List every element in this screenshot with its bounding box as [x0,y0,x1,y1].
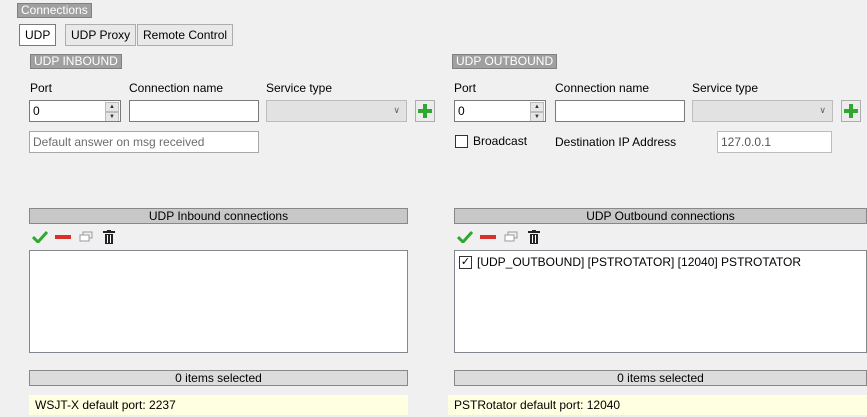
broadcast-checkbox-row[interactable]: Broadcast [455,134,527,148]
chevron-down-icon: ∨ [393,105,400,115]
spin-up-icon[interactable]: ▲ [105,102,119,112]
inbound-service-type-label: Service type [266,81,333,95]
inbound-port-value: 0 [33,104,40,118]
spin-down-icon[interactable]: ▼ [530,112,544,121]
destination-ip-label: Destination IP Address [555,135,677,149]
udp-inbound-connections-header: UDP Inbound connections [29,208,408,224]
udp-outbound-group-label: UDP OUTBOUND [452,54,558,69]
check-icon[interactable] [31,229,49,245]
default-answer-input[interactable]: Default answer on msg received [29,131,259,153]
minus-icon[interactable] [54,229,72,245]
inbound-service-type-select[interactable]: ∨ [266,100,407,122]
inbound-port-spinbox[interactable]: 0 ▲ ▼ [29,100,121,122]
outbound-service-type-select[interactable]: ∨ [692,100,833,122]
connections-group-label: Connections [17,3,92,18]
window-icon[interactable] [502,229,520,245]
tab-remote-control[interactable]: Remote Control [137,24,234,46]
plus-icon [418,104,432,118]
check-icon[interactable] [456,229,474,245]
outbound-port-value: 0 [458,104,465,118]
list-item-checkbox[interactable]: ✓ [459,255,472,269]
outbound-default-port-info: PSTRotator default port: 12040 [448,395,867,415]
inbound-connection-name-input[interactable] [129,100,259,122]
tab-udp[interactable]: UDP [19,24,57,46]
trash-icon[interactable] [525,229,543,245]
trash-icon[interactable] [100,229,118,245]
broadcast-label: Broadcast [473,134,528,148]
minus-icon[interactable] [479,229,497,245]
inbound-connection-name-label: Connection name [129,81,224,95]
inbound-default-port-info: WSJT-X default port: 2237 [29,395,408,415]
chevron-down-icon: ∨ [819,105,826,115]
list-item[interactable]: ✓ [UDP_OUTBOUND] [PSTROTATOR] [12040] PS… [459,255,801,269]
window-icon[interactable] [77,229,95,245]
udp-outbound-connections-header: UDP Outbound connections [454,208,867,224]
outbound-port-label: Port [454,81,477,95]
inbound-selection-status: 0 items selected [29,370,408,386]
broadcast-checkbox[interactable] [455,134,468,148]
spin-up-icon[interactable]: ▲ [530,102,544,112]
inbound-port-label: Port [30,81,53,95]
outbound-connection-name-input[interactable] [555,100,685,122]
outbound-port-spinbox[interactable]: 0 ▲ ▼ [454,100,546,122]
udp-outbound-connections-list[interactable]: ✓ [UDP_OUTBOUND] [PSTROTATOR] [12040] PS… [454,250,867,353]
plus-icon [844,104,858,118]
udp-inbound-connections-list[interactable] [29,250,408,353]
destination-ip-input[interactable]: 127.0.0.1 [717,131,832,153]
outbound-list-toolbar [454,229,554,245]
tab-udp-proxy[interactable]: UDP Proxy [65,24,137,46]
list-item-label: [UDP_OUTBOUND] [PSTROTATOR] [12040] PSTR… [477,255,802,269]
inbound-add-button[interactable] [415,100,435,122]
outbound-connection-name-label: Connection name [555,81,650,95]
inbound-list-toolbar [29,229,129,245]
outbound-service-type-label: Service type [692,81,759,95]
outbound-selection-status: 0 items selected [454,370,867,386]
udp-inbound-group-label: UDP INBOUND [30,54,122,69]
outbound-add-button[interactable] [841,100,861,122]
spin-down-icon[interactable]: ▼ [105,112,119,121]
